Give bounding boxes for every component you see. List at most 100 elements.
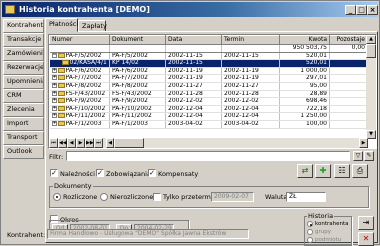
filter-edit-icon[interactable]: ✎ — [364, 151, 374, 161]
expand-toggle-icon[interactable]: + — [51, 75, 57, 81]
cell-kwota: 100,00 — [279, 120, 330, 129]
preview-icon[interactable]: ☷ — [334, 164, 350, 178]
table-row[interactable]: 02/KASA/4/1 KP 14/02 2002-11-15 520,01 — [49, 59, 368, 68]
sidebar-item-outlook[interactable]: Outlook — [3, 145, 44, 159]
minimize-button[interactable]: _ — [345, 5, 356, 15]
kompensaty-checkbox[interactable]: ✓ — [148, 169, 156, 177]
naleznosci-checkbox[interactable]: ✓ — [50, 169, 58, 177]
expand-toggle-icon[interactable]: + — [51, 105, 57, 111]
column-numer[interactable]: Numer — [49, 35, 110, 45]
column-data[interactable]: Data — [165, 35, 222, 45]
table-row[interactable]: + PA-F/10/2002 PA-F/10/2002 2002-12-04 2002-… — [49, 105, 368, 114]
sidebar-item-transport[interactable]: Transport — [3, 131, 44, 145]
first-record-icon[interactable]: ⏮ — [49, 138, 58, 148]
add-icon[interactable]: ✚ — [315, 164, 331, 178]
table-row[interactable]: + PA-F/6/2002 PA-F/6/2002 2002-11-19 2002-11… — [49, 67, 368, 76]
row-number-text: PA-F/7/2002 — [65, 74, 102, 82]
cell-data: 2002-12-02 — [165, 97, 222, 106]
sidebar-item-rezerwacje[interactable]: Rezerwacje — [3, 61, 44, 75]
cell-termin: 2002-11-28 — [221, 90, 280, 99]
podmiotu-label: podmiotu — [315, 237, 342, 243]
expand-toggle-icon[interactable]: + — [51, 67, 57, 73]
apply-icon[interactable]: ⇥ — [358, 216, 374, 230]
zobowiazania-checkbox[interactable]: ✓ — [96, 169, 104, 177]
maximize-button[interactable]: □ — [356, 5, 367, 15]
sidebar-item-import[interactable]: Import — [3, 117, 44, 131]
sidebar-item-upomnienia[interactable]: Upomnienia — [3, 75, 44, 89]
print-icon[interactable]: ⎙ — [352, 164, 368, 178]
table-row[interactable]: + PA-F/7/2002 PA-F/7/2002 2002-11-19 2002-11… — [49, 74, 368, 83]
cell-numer: + PA-F/7/2002 — [49, 74, 110, 83]
waluta-select[interactable]: ZŁ — [286, 192, 326, 202]
historia-title: Historia — [307, 212, 335, 220]
column-dokument[interactable]: Dokument — [109, 35, 166, 45]
expand-toggle-icon[interactable]: + — [51, 83, 57, 89]
column-kwota[interactable]: Kwota — [279, 35, 330, 45]
table-row[interactable]: + PA-F/9/2002 PA-F/9/2002 2002-12-02 2002-12… — [49, 97, 368, 106]
settle-icon[interactable]: ⇄ — [297, 164, 313, 178]
expand-toggle-icon[interactable]: + — [51, 120, 57, 126]
scroll-up-icon[interactable]: ▲ — [366, 35, 376, 44]
przeterminowane-checkbox[interactable] — [153, 193, 161, 201]
expand-toggle-icon[interactable]: − — [51, 52, 57, 58]
filter-input[interactable] — [66, 151, 350, 161]
cell-kwota: 28,89 — [279, 90, 330, 99]
cell-kwota: 520,01 — [279, 52, 330, 61]
przeterminowane-date[interactable]: 2009-02-07 — [211, 192, 254, 202]
close-x-icon[interactable]: ✕ — [358, 232, 374, 246]
payments-table: Numer Dokument Data Termin Kwota Pozosta… — [49, 35, 368, 129]
cell-numer: − PA-F/5/2002 — [49, 52, 110, 61]
cell-numer: + PA-F/11/2002 — [49, 112, 110, 121]
scroll-right-icon[interactable]: ▶ — [359, 138, 368, 148]
vertical-scrollbar[interactable]: ▲ ▼ — [366, 35, 376, 139]
column-pozostaje[interactable]: Pozostaje — [329, 35, 368, 45]
title-bar[interactable]: Historia kontrahenta [DEMO] _ □ × — [2, 2, 378, 17]
grupy-radio[interactable] — [307, 229, 313, 235]
payments-grid[interactable]: Numer Dokument Data Termin Kwota Pozosta… — [48, 34, 377, 149]
cell-dokument: PA-F/1/2003 — [109, 120, 166, 129]
next-page-icon[interactable]: ▶▶ — [85, 138, 94, 148]
cell-data: 2003-04-02 — [165, 120, 222, 129]
table-row[interactable]: + PA-F/11/2002 PA-F/11/2002 2002-12-04 2002-… — [49, 112, 368, 121]
filter-label: Filtr: — [49, 153, 64, 161]
totals-row: 950 503,75 0,00 — [49, 44, 368, 53]
table-row[interactable]: + PA-F/8/2002 PA-F/8/2002 2002-11-27 2002-11… — [49, 82, 368, 91]
kontrahenta-radio[interactable] — [307, 221, 313, 227]
sidebar-item-transakcje[interactable]: Transakcje — [3, 33, 44, 47]
sidebar-item-zamowienia[interactable]: Zamówienia — [3, 47, 44, 61]
expand-toggle-icon[interactable]: + — [51, 98, 57, 104]
table-row[interactable]: + PA-F/1/2003 PA-F/1/2003 2003-04-02 2003-04… — [49, 120, 368, 129]
tab-platnosci[interactable]: Płatności — [45, 18, 78, 32]
column-termin[interactable]: Termin — [221, 35, 280, 45]
sidebar-item-zlecenia[interactable]: Zlecenia — [3, 103, 44, 117]
table-row[interactable]: + FS-F/43/2002 FS-F/43/2002 2002-11-28 2002-… — [49, 90, 368, 99]
cell-termin — [221, 59, 280, 68]
cell-pozostaje — [329, 82, 368, 91]
nierozliczone-radio[interactable] — [100, 193, 108, 201]
podmiotu-radio[interactable] — [307, 237, 313, 243]
folder-icon — [57, 75, 65, 81]
sidebar-item-crm[interactable]: CRM — [3, 89, 44, 103]
last-record-icon[interactable]: ⏭ — [94, 138, 103, 148]
expand-toggle-icon[interactable]: + — [51, 113, 57, 119]
scroll-left-icon[interactable]: ◀ — [106, 138, 114, 148]
horizontal-scroll-thumb[interactable] — [114, 138, 144, 148]
filter-icon[interactable]: ▽ — [353, 151, 363, 161]
close-button[interactable]: × — [367, 5, 378, 15]
sidebar-item-kontrahent[interactable]: Kontrahent — [3, 19, 44, 33]
kontrahent-field[interactable]: Firma Handlowo - Usługowa "DEMO" Spółka … — [47, 229, 249, 239]
cell-pozostaje — [329, 105, 368, 114]
cell-dokument: PA-F/5/2002 — [109, 52, 166, 61]
zobowiazania-label: Zobowiązania — [106, 170, 151, 178]
scroll-thumb[interactable] — [366, 44, 376, 58]
prev-record-icon[interactable]: ◀ — [67, 138, 76, 148]
cell-termin: 2002-11-15 — [221, 52, 280, 61]
cell-kwota: 95,00 — [279, 82, 330, 91]
kontrahenta-label: kontrahenta — [315, 221, 349, 227]
next-record-icon[interactable]: ▶ — [76, 138, 85, 148]
expand-toggle-icon[interactable]: + — [51, 90, 57, 96]
rozliczone-radio[interactable] — [53, 193, 61, 201]
table-row[interactable]: − PA-F/5/2002 PA-F/5/2002 2002-11-15 2002-11… — [49, 52, 368, 61]
prev-page-icon[interactable]: ◀◀ — [58, 138, 67, 148]
folder-icon — [57, 90, 65, 96]
